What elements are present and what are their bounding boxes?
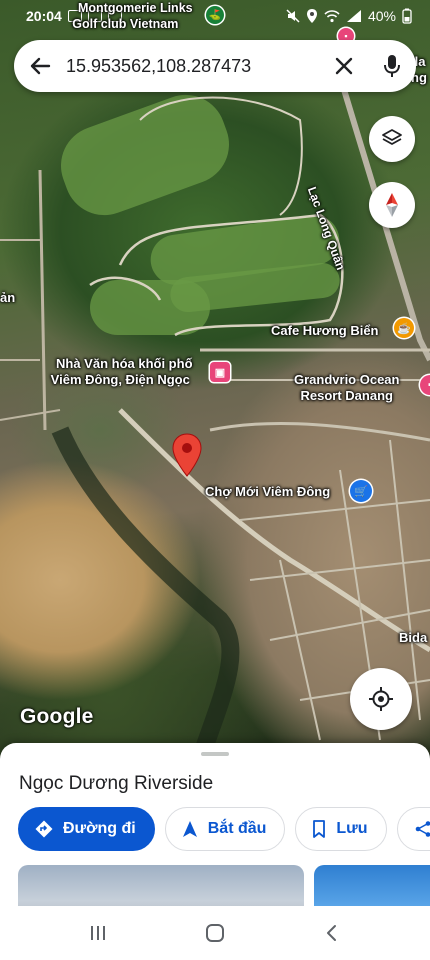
save-label: Lưu bbox=[336, 820, 368, 837]
map-label-golf[interactable]: Montgomerie Links Golf club Vietnam bbox=[72, 1, 193, 32]
action-chips: Đường đi Bắt đầu Lưu C bbox=[18, 807, 430, 851]
directions-button[interactable]: Đường đi bbox=[18, 807, 155, 851]
close-icon bbox=[335, 57, 353, 75]
save-button[interactable]: Lưu bbox=[295, 807, 387, 851]
navigation-arrow-icon bbox=[182, 821, 197, 837]
map-label-cultural-line1: Nhà Văn hóa khối phố bbox=[56, 356, 193, 371]
battery-icon bbox=[402, 8, 412, 24]
system-nav-bar bbox=[0, 906, 430, 960]
start-label: Bắt đầu bbox=[207, 820, 267, 837]
directions-icon bbox=[35, 820, 53, 838]
clear-button[interactable] bbox=[320, 40, 368, 92]
location-icon bbox=[306, 9, 317, 23]
map-label-resort-line1: Grandvrio Ocean bbox=[294, 372, 400, 387]
arrow-back-icon bbox=[30, 57, 51, 75]
layers-icon bbox=[382, 129, 402, 145]
wifi-icon bbox=[324, 10, 340, 23]
compass-icon bbox=[386, 193, 398, 217]
map-label-edge-right-bottom: Bida bbox=[399, 630, 428, 645]
start-button[interactable]: Bắt đầu bbox=[164, 807, 286, 851]
map-label-market[interactable]: Chợ Mới Viêm Đông bbox=[205, 484, 330, 500]
map-label-cafe[interactable]: Cafe Hương Biển bbox=[271, 323, 379, 339]
map-label-resort[interactable]: Grandvrio Ocean Resort Danang bbox=[294, 372, 399, 405]
bookmark-icon bbox=[313, 820, 326, 838]
map-label-edge-left: ản bbox=[0, 290, 16, 305]
layers-button[interactable] bbox=[369, 116, 415, 162]
microphone-icon bbox=[384, 55, 400, 77]
my-location-button[interactable] bbox=[350, 668, 412, 730]
signal-icon bbox=[346, 10, 361, 22]
map-label-golf-line1: Montgomerie Links bbox=[78, 1, 193, 15]
shopping-poi-icon[interactable]: 🛒 bbox=[350, 480, 372, 502]
map-label-golf-line2: Golf club Vietnam bbox=[72, 16, 179, 31]
place-title: Ngọc Dương Riverside bbox=[19, 773, 214, 794]
compass-button[interactable] bbox=[369, 182, 415, 228]
drag-handle[interactable] bbox=[201, 752, 229, 756]
google-logo: Google bbox=[20, 705, 94, 728]
share-icon bbox=[415, 821, 430, 837]
search-query[interactable]: 15.953562,108.287473 bbox=[66, 56, 320, 77]
share-button[interactable]: C bbox=[396, 807, 430, 851]
map-label-cultural-line2: Viêm Đông, Điện Ngọc bbox=[50, 372, 190, 388]
home-icon[interactable] bbox=[205, 923, 225, 943]
mute-icon bbox=[286, 9, 300, 23]
recent-apps-icon[interactable] bbox=[88, 923, 108, 943]
location-pin-icon[interactable] bbox=[172, 433, 202, 477]
voice-search-button[interactable] bbox=[368, 40, 416, 92]
my-location-icon bbox=[369, 687, 393, 711]
clock: 20:04 bbox=[26, 8, 62, 24]
back-nav-icon[interactable] bbox=[322, 923, 342, 943]
golf-poi-icon[interactable]: ⛳ bbox=[206, 6, 224, 24]
map-label-resort-line2: Resort Danang bbox=[300, 388, 393, 404]
directions-label: Đường đi bbox=[63, 820, 136, 837]
map-view[interactable]: 20:04 40% Montgomerie Links Golf club Vi… bbox=[0, 0, 430, 760]
map-label-cultural-house[interactable]: Nhà Văn hóa khối phố Viêm Đông, Điện Ngọ… bbox=[48, 356, 193, 389]
cafe-poi-icon[interactable]: ☕ bbox=[394, 318, 414, 338]
civic-poi-icon[interactable]: ▣ bbox=[210, 362, 230, 382]
search-bar[interactable]: 15.953562,108.287473 bbox=[14, 40, 416, 92]
battery-level: 40% bbox=[367, 8, 396, 24]
back-button[interactable] bbox=[14, 40, 66, 92]
